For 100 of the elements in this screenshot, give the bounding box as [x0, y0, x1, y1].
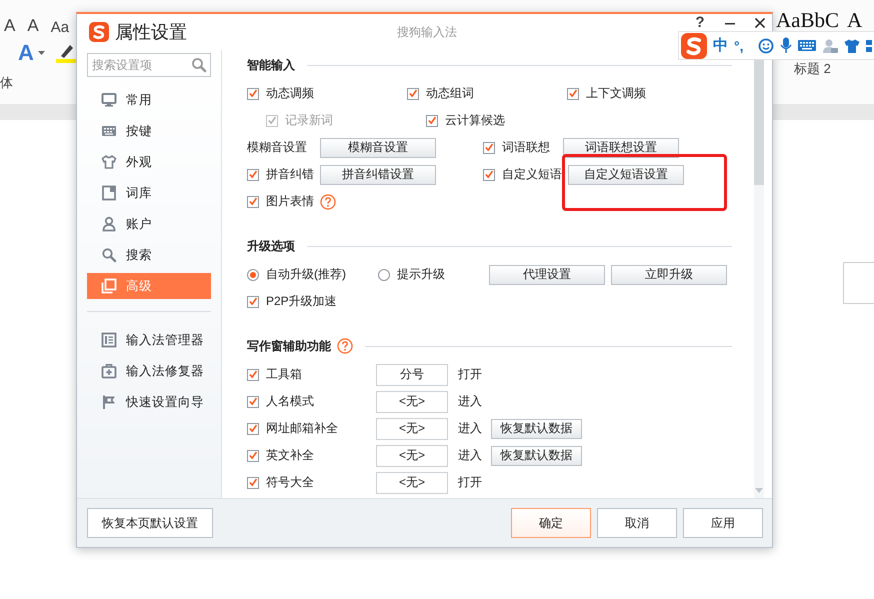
ribbon-group-label: 体: [0, 74, 14, 92]
checkbox[interactable]: P2P升级加速: [247, 293, 337, 310]
sidebar-tool-item[interactable]: 快速设置向导: [87, 389, 211, 415]
hotkey-field[interactable]: <无>: [376, 418, 448, 440]
app-name: 搜狗输入法: [396, 24, 458, 40]
monitor-icon: [101, 92, 117, 108]
microphone-icon: [780, 37, 792, 54]
caret-icon: [38, 50, 45, 56]
font-size-button[interactable]: A: [4, 16, 16, 36]
flag-icon: [101, 394, 117, 410]
book-icon: [101, 185, 117, 201]
sidebar-item[interactable]: 搜索: [87, 242, 211, 268]
checkbox[interactable]: 英文补全: [247, 447, 376, 464]
checkbox[interactable]: 上下文调频: [567, 85, 646, 102]
checkbox[interactable]: 符号大全: [247, 474, 376, 491]
checkmark-icon: [248, 477, 258, 488]
checkbox[interactable]: 自定义短语: [483, 166, 562, 183]
search-icon: [101, 247, 117, 263]
checkmark-icon: [248, 396, 258, 407]
dialog-title: 属性设置: [115, 21, 188, 44]
action-label: 打开: [458, 366, 483, 383]
section-title: 写作窗辅助功能: [247, 338, 331, 354]
dialog-button[interactable]: 取消: [597, 508, 677, 538]
style-name: 标题 2: [793, 60, 832, 78]
checkmark-icon: [248, 450, 258, 461]
sidebar-tool-item[interactable]: 输入法管理器: [87, 327, 211, 353]
sidebar-item[interactable]: 按键: [87, 118, 211, 144]
hotkey-field[interactable]: <无>: [376, 390, 448, 412]
sidebar-item[interactable]: 账户: [87, 211, 211, 237]
style-sample: A: [847, 8, 862, 33]
action-label: 进入: [458, 420, 483, 437]
sidebar-item[interactable]: 词库: [87, 180, 211, 206]
user-icon: [822, 38, 838, 54]
font-size-button[interactable]: A: [27, 16, 39, 36]
smiley-icon: [758, 38, 774, 54]
checkmark-icon: [248, 169, 258, 180]
keyboard-icon: [798, 39, 816, 52]
search-icon: [191, 57, 207, 73]
text-effect-button[interactable]: A: [18, 40, 34, 66]
scrollbar[interactable]: [754, 60, 764, 498]
sidebar-item[interactable]: 外观: [87, 149, 211, 175]
style-sample: AaBbC: [776, 8, 839, 33]
restore-button[interactable]: 恢复默认数据: [491, 446, 582, 466]
close-icon: [754, 17, 766, 29]
action-label: 打开: [458, 474, 483, 491]
grid-icon: [866, 38, 872, 54]
checkbox[interactable]: 动态调频: [247, 85, 314, 102]
hotkey-field[interactable]: 分号: [376, 364, 448, 386]
checkmark-icon: [248, 369, 258, 380]
ok-button[interactable]: 确定: [511, 508, 591, 538]
checkmark-icon: [248, 88, 258, 99]
font-size-button[interactable]: Aa: [50, 19, 70, 36]
shirt-icon: [844, 38, 860, 54]
action-label: 进入: [458, 447, 483, 464]
checkmark-icon: [408, 88, 418, 99]
settings-button[interactable]: 代理设置: [489, 264, 605, 284]
radio-button[interactable]: 提示升级: [378, 266, 445, 283]
punctuation-toggle[interactable]: °,: [734, 38, 752, 54]
checkbox[interactable]: 图片表情: [247, 193, 314, 210]
input-mode-toggle[interactable]: 中: [713, 36, 728, 55]
hotkey-field[interactable]: <无>: [376, 444, 448, 466]
checkbox[interactable]: 拼音纠错: [247, 166, 314, 183]
sidebar-item[interactable]: 常用: [87, 87, 211, 113]
checkmark-icon: [427, 115, 437, 126]
radio-button[interactable]: 自动升级(推荐): [247, 266, 346, 283]
checkmark-icon: [267, 115, 277, 126]
search-field[interactable]: 搜索设置项: [87, 53, 211, 77]
checkmark-icon: [568, 88, 578, 99]
checkbox[interactable]: 词语联想: [483, 139, 557, 156]
checkbox[interactable]: 动态组词: [407, 85, 474, 102]
checkbox[interactable]: 云计算候选: [426, 112, 505, 129]
section-title: 升级选项: [247, 238, 295, 254]
dialog-button[interactable]: 应用: [683, 508, 763, 538]
settings-button[interactable]: 立即升级: [611, 264, 727, 284]
settings-button[interactable]: 自定义短语设置: [568, 164, 684, 184]
pages-icon: [101, 278, 117, 294]
checkbox[interactable]: 网址邮箱补全: [247, 420, 376, 437]
settings-button[interactable]: 拼音纠错设置: [320, 164, 436, 184]
hotkey-field[interactable]: <无>: [376, 472, 448, 494]
style-preview[interactable]: AaBbC A: [776, 8, 874, 33]
help-icon: [320, 194, 336, 210]
sidebar-tool-item[interactable]: 输入法修复器: [87, 358, 211, 384]
highlighter-icon: [54, 42, 77, 64]
app-logo: [89, 22, 109, 42]
scroll-down-arrow-icon: [755, 488, 763, 494]
first-aid-kit-icon: [101, 363, 117, 379]
list-icon: [101, 332, 117, 348]
settings-button[interactable]: 模糊音设置: [320, 138, 436, 158]
restore-defaults-button[interactable]: 恢复本页默认设置: [87, 508, 213, 538]
keyboard-icon: [101, 123, 117, 139]
person-icon: [101, 216, 117, 232]
checkmark-icon: [248, 423, 258, 434]
page-edge: [843, 262, 874, 304]
checkmark-icon: [248, 196, 258, 207]
checkbox[interactable]: 工具箱: [247, 366, 376, 383]
restore-button[interactable]: 恢复默认数据: [491, 418, 582, 438]
action-label: 进入: [458, 393, 483, 410]
checkbox[interactable]: 人名模式: [247, 393, 376, 410]
checkmark-icon: [484, 169, 494, 180]
help-button[interactable]: ?: [688, 16, 712, 30]
